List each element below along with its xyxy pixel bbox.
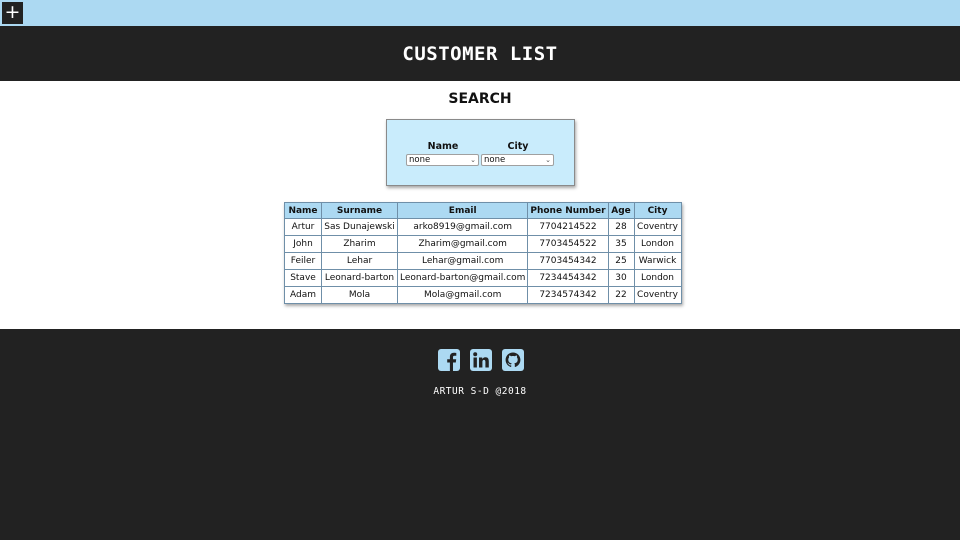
cell-email: arko8919@gmail.com — [396, 218, 529, 236]
cell-surname: Sas Dunajewski — [321, 218, 398, 236]
table-row: Artur Sas Dunajewski arko8919@gmail.com … — [284, 218, 682, 236]
table-row: Feiler Lehar Lehar@gmail.com 7703454342 … — [284, 252, 682, 270]
cell-name: Feiler — [284, 252, 322, 270]
chevron-down-icon: ⌄ — [470, 156, 476, 164]
column-header-email: Email — [396, 202, 529, 219]
add-button[interactable]: + — [2, 2, 23, 24]
cell-name: Adam — [284, 286, 322, 304]
table-row: Adam Mola Mola@gmail.com 7234574342 22 C… — [284, 286, 682, 304]
customer-table: Name Surname Email Phone Number Age City… — [284, 202, 682, 304]
page-title: CUSTOMER LIST — [402, 42, 558, 65]
copyright-text: ARTUR S-D @2018 — [433, 386, 527, 397]
table-header-row: Name Surname Email Phone Number Age City — [284, 202, 682, 219]
main-content: SEARCH Name none ⌄ City none ⌄ Name Surn… — [0, 81, 960, 329]
cell-phone: 7234454342 — [527, 269, 609, 287]
top-bar: + — [0, 0, 960, 26]
cell-phone: 7704214522 — [527, 218, 609, 236]
cell-name: John — [284, 235, 322, 253]
cell-city: Coventry — [633, 286, 682, 304]
linkedin-icon[interactable] — [470, 349, 492, 371]
cell-email: Leonard-barton@gmail.com — [396, 269, 529, 287]
column-header-age: Age — [607, 202, 635, 219]
github-icon[interactable] — [502, 349, 524, 371]
cell-phone: 7703454522 — [527, 235, 609, 253]
cell-email: Lehar@gmail.com — [396, 252, 529, 270]
cell-phone: 7234574342 — [527, 286, 609, 304]
cell-age: 22 — [607, 286, 635, 304]
cell-name: Artur — [284, 218, 322, 236]
table-row: Stave Leonard-barton Leonard-barton@gmai… — [284, 269, 682, 287]
cell-age: 30 — [607, 269, 635, 287]
search-title: SEARCH — [448, 91, 512, 107]
column-header-city: City — [633, 202, 682, 219]
page-footer: ARTUR S-D @2018 — [0, 329, 960, 540]
cell-city: London — [633, 269, 682, 287]
cell-email: Zharim@gmail.com — [396, 235, 529, 253]
name-select[interactable]: none ⌄ — [406, 154, 479, 166]
cell-age: 25 — [607, 252, 635, 270]
cell-surname: Lehar — [321, 252, 398, 270]
city-select-value: none — [484, 155, 506, 165]
search-panel: Name none ⌄ City none ⌄ — [386, 119, 575, 186]
social-links — [438, 349, 524, 371]
facebook-icon[interactable] — [438, 349, 460, 371]
name-filter-label: Name — [427, 141, 459, 152]
cell-surname: Leonard-barton — [321, 269, 398, 287]
cell-surname: Mola — [321, 286, 398, 304]
cell-surname: Zharim — [321, 235, 398, 253]
cell-city: Warwick — [633, 252, 682, 270]
cell-email: Mola@gmail.com — [396, 286, 529, 304]
city-filter-label: City — [507, 141, 529, 152]
table-row: John Zharim Zharim@gmail.com 7703454522 … — [284, 235, 682, 253]
column-header-surname: Surname — [321, 202, 398, 219]
cell-age: 35 — [607, 235, 635, 253]
column-header-name: Name — [284, 202, 322, 219]
cell-name: Stave — [284, 269, 322, 287]
page-header: CUSTOMER LIST — [0, 26, 960, 81]
cell-age: 28 — [607, 218, 635, 236]
cell-city: Coventry — [633, 218, 682, 236]
name-filter: Name none ⌄ — [406, 141, 480, 166]
city-select[interactable]: none ⌄ — [481, 154, 554, 166]
chevron-down-icon: ⌄ — [545, 156, 551, 164]
name-select-value: none — [409, 155, 431, 165]
city-filter: City none ⌄ — [481, 141, 555, 166]
column-header-phone: Phone Number — [527, 202, 609, 219]
cell-phone: 7703454342 — [527, 252, 609, 270]
cell-city: London — [633, 235, 682, 253]
